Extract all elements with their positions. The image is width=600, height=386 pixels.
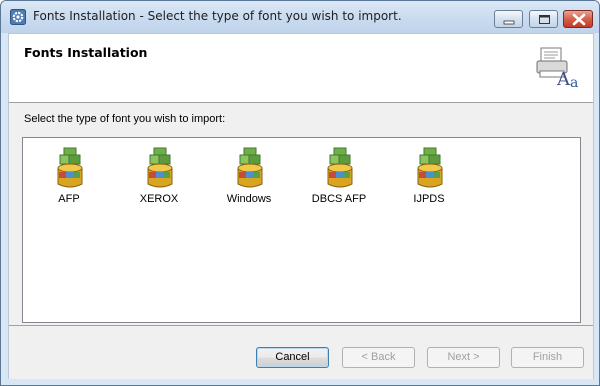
font-type-label: DBCS AFP (311, 193, 367, 205)
wizard-window: Fonts Installation - Select the type of … (0, 0, 600, 386)
page-title: Fonts Installation (24, 45, 148, 60)
next-button[interactable]: Next > (427, 347, 500, 368)
close-button[interactable] (563, 10, 593, 28)
font-type-windows[interactable]: Windows (209, 144, 289, 214)
maximize-icon (539, 15, 550, 24)
font-type-afp[interactable]: AFP (29, 144, 109, 214)
font-database-icon (147, 147, 173, 188)
font-type-label: IJPDS (413, 193, 445, 205)
svg-text:a: a (570, 75, 578, 91)
font-type-dbcs-afp[interactable]: DBCS AFP (299, 144, 379, 214)
font-type-list[interactable]: AFP XEROX Windows DBCS AFP IJPDS (22, 137, 581, 323)
font-type-xerox[interactable]: XEROX (119, 144, 199, 214)
window-title: Fonts Installation - Select the type of … (33, 9, 402, 23)
cancel-button[interactable]: Cancel (256, 347, 329, 368)
wizard-body: Select the type of font you wish to impo… (9, 103, 593, 325)
printer-font-icon: A a (536, 47, 578, 91)
minimize-icon (503, 20, 515, 25)
minimize-button[interactable] (494, 10, 523, 28)
font-database-icon (237, 147, 263, 188)
close-icon (572, 13, 586, 26)
font-type-label: Windows (226, 193, 272, 205)
finish-button[interactable]: Finish (511, 347, 584, 368)
maximize-button[interactable] (529, 10, 558, 28)
title-bar[interactable]: Fonts Installation - Select the type of … (1, 1, 599, 33)
font-database-icon (327, 147, 353, 188)
font-type-label: XEROX (139, 193, 179, 205)
font-type-ijpds[interactable]: IJPDS (389, 144, 469, 214)
back-button[interactable]: < Back (342, 347, 415, 368)
wizard-content: Fonts Installation A a Select the type o… (8, 33, 594, 379)
svg-text:A: A (556, 69, 571, 90)
wizard-header: Fonts Installation A a (9, 34, 593, 103)
font-database-icon (417, 147, 443, 188)
font-type-label: AFP (58, 193, 80, 205)
prompt-label: Select the type of font you wish to impo… (24, 113, 226, 125)
font-database-icon (57, 147, 83, 188)
gear-icon (10, 9, 26, 25)
wizard-footer: Cancel < Back Next > Finish (9, 325, 593, 379)
